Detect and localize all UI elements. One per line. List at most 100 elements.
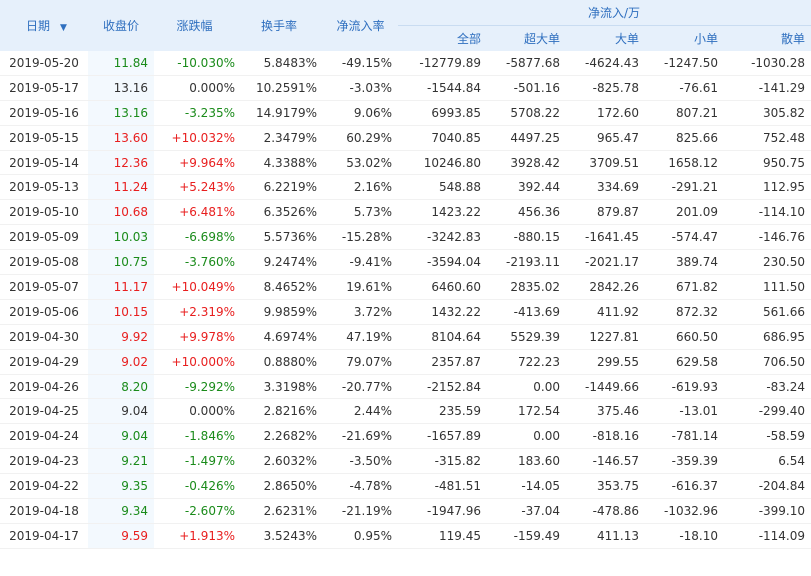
- cell-net-rate: 5.73%: [323, 199, 398, 226]
- cell-small: -399.10: [724, 498, 811, 524]
- cell-net-rate: -20.77%: [323, 374, 398, 400]
- cell-turnover: 5.5736%: [241, 224, 323, 251]
- cell-turnover: 4.6974%: [241, 324, 323, 350]
- table-body: 2019-05-20 11.84 -10.030% 5.8483% -49.15% -12…: [0, 51, 811, 549]
- cell-medium: -781.14: [645, 423, 724, 450]
- cell-small: 6.54: [724, 448, 811, 475]
- cell-date: 2019-04-17: [0, 523, 88, 549]
- cell-all: -1544.84: [398, 75, 487, 101]
- cell-medium: 201.09: [645, 199, 724, 226]
- header-netflow-group: 净流入/万: [398, 0, 811, 26]
- cell-turnover: 6.3526%: [241, 199, 323, 226]
- cell-turnover: 6.2219%: [241, 174, 323, 201]
- cell-turnover: 2.2682%: [241, 423, 323, 450]
- cell-net-rate: -9.41%: [323, 249, 398, 276]
- cell-date: 2019-05-17: [0, 75, 88, 101]
- header-close[interactable]: 收盘价: [88, 0, 154, 51]
- cell-change: +2.319%: [154, 299, 241, 325]
- cell-date: 2019-04-25: [0, 398, 88, 425]
- cell-xlarge: 0.00: [487, 374, 566, 400]
- header-change[interactable]: 涨跌幅: [154, 0, 241, 51]
- header-turnover[interactable]: 换手率: [241, 0, 323, 51]
- cell-large: 3709.51: [566, 150, 645, 176]
- cell-large: -478.86: [566, 498, 645, 524]
- fund-flow-table: 日期 ▼ 收盘价 涨跌幅 换手率 净流入率 净流入/万 全部 超大单 大单 小单 …: [0, 0, 811, 549]
- cell-close: 10.15: [88, 299, 154, 325]
- cell-all: -481.51: [398, 473, 487, 500]
- cell-all: 1432.22: [398, 299, 487, 325]
- header-small[interactable]: 散单: [724, 25, 811, 51]
- cell-large: -2021.17: [566, 249, 645, 276]
- cell-medium: 1658.12: [645, 150, 724, 176]
- cell-xlarge: 5529.39: [487, 324, 566, 350]
- cell-medium: -616.37: [645, 473, 724, 500]
- cell-net-rate: 47.19%: [323, 324, 398, 350]
- cell-net-rate: -3.50%: [323, 448, 398, 475]
- header-small-label: 散单: [781, 32, 806, 46]
- cell-turnover: 9.9859%: [241, 299, 323, 325]
- cell-date: 2019-04-30: [0, 324, 88, 350]
- cell-medium: 825.66: [645, 125, 724, 151]
- header-date[interactable]: 日期 ▼: [0, 0, 88, 51]
- header-large[interactable]: 大单: [566, 25, 645, 51]
- header-xlarge[interactable]: 超大单: [487, 25, 566, 51]
- header-net-rate[interactable]: 净流入率: [323, 0, 398, 51]
- cell-close: 13.60: [88, 125, 154, 151]
- cell-date: 2019-05-13: [0, 174, 88, 201]
- cell-date: 2019-05-10: [0, 199, 88, 226]
- cell-change: -3.760%: [154, 249, 241, 276]
- cell-xlarge: -413.69: [487, 299, 566, 325]
- table-row: 2019-04-30 9.92 +9.978% 4.6974% 47.19% 8104.6…: [0, 324, 811, 350]
- cell-xlarge: -14.05: [487, 473, 566, 500]
- cell-close: 13.16: [88, 75, 154, 101]
- cell-all: 10246.80: [398, 150, 487, 176]
- cell-change: +5.243%: [154, 174, 241, 201]
- cell-turnover: 0.8880%: [241, 349, 323, 375]
- cell-small: 950.75: [724, 150, 811, 176]
- cell-large: -146.57: [566, 448, 645, 475]
- cell-xlarge: 0.00: [487, 423, 566, 450]
- cell-close: 11.84: [88, 51, 154, 76]
- cell-close: 9.92: [88, 324, 154, 350]
- cell-all: 6993.85: [398, 100, 487, 126]
- cell-change: +1.913%: [154, 523, 241, 549]
- cell-medium: -18.10: [645, 523, 724, 549]
- header-all-label: 全部: [456, 32, 481, 46]
- cell-date: 2019-04-26: [0, 374, 88, 400]
- cell-small: 305.82: [724, 100, 811, 126]
- cell-change: -10.030%: [154, 51, 241, 76]
- header-medium[interactable]: 小单: [645, 25, 724, 51]
- table-row: 2019-04-29 9.02 +10.000% 0.8880% 79.07% 2357.…: [0, 349, 811, 375]
- cell-all: 548.88: [398, 174, 487, 201]
- cell-turnover: 8.4652%: [241, 274, 323, 300]
- cell-all: 2357.87: [398, 349, 487, 375]
- cell-change: -9.292%: [154, 374, 241, 400]
- cell-change: +10.049%: [154, 274, 241, 300]
- cell-xlarge: 392.44: [487, 174, 566, 201]
- header-all[interactable]: 全部: [398, 25, 487, 51]
- cell-date: 2019-04-22: [0, 473, 88, 500]
- cell-all: -1657.89: [398, 423, 487, 450]
- cell-small: 112.95: [724, 174, 811, 201]
- cell-xlarge: 172.54: [487, 398, 566, 425]
- table-row: 2019-04-25 9.04 0.000% 2.8216% 2.44% 235.59 17…: [0, 398, 811, 425]
- table-row: 2019-05-10 10.68 +6.481% 6.3526% 5.73% 1423.2…: [0, 199, 811, 226]
- cell-close: 10.75: [88, 249, 154, 276]
- cell-all: 1423.22: [398, 199, 487, 226]
- table-row: 2019-05-14 12.36 +9.964% 4.3388% 53.02% 10246…: [0, 150, 811, 176]
- cell-net-rate: 19.61%: [323, 274, 398, 300]
- cell-all: 119.45: [398, 523, 487, 549]
- cell-large: 353.75: [566, 473, 645, 500]
- cell-close: 13.16: [88, 100, 154, 126]
- cell-change: +9.964%: [154, 150, 241, 176]
- sort-down-icon[interactable]: ▼: [60, 23, 67, 33]
- cell-medium: -574.47: [645, 224, 724, 251]
- table-header: 日期 ▼ 收盘价 涨跌幅 换手率 净流入率 净流入/万 全部 超大单 大单 小单 …: [0, 0, 811, 51]
- cell-all: 8104.64: [398, 324, 487, 350]
- cell-net-rate: -49.15%: [323, 51, 398, 76]
- table-row: 2019-05-07 11.17 +10.049% 8.4652% 19.61% 6460…: [0, 274, 811, 300]
- table-row: 2019-05-17 13.16 0.000% 10.2591% -3.03% -1544…: [0, 75, 811, 101]
- cell-close: 9.02: [88, 349, 154, 375]
- cell-close: 8.20: [88, 374, 154, 400]
- cell-net-rate: 3.72%: [323, 299, 398, 325]
